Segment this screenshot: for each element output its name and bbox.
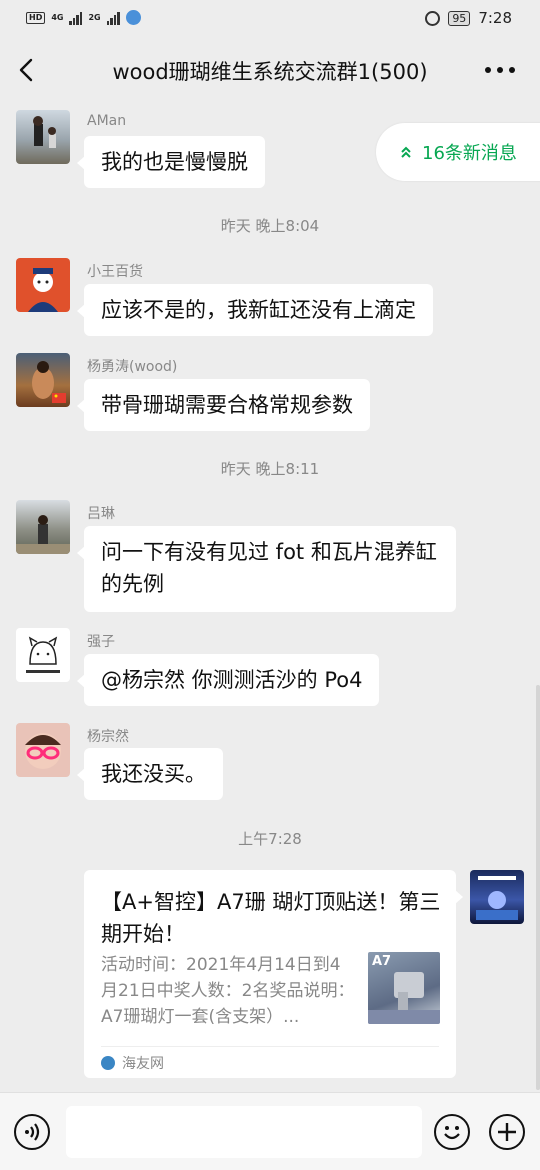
link-card-thumbnail: A7 [368,952,440,1024]
status-right: 95 7:28 [425,9,512,27]
link-card-title: 【A+智控】A7珊 瑚灯顶贴送！第三期开始！ [101,890,441,946]
status-left: HD 4G 2G [26,10,141,25]
link-card-description: 活动时间：2021年4月14日到4月21日中奖人数：2名奖品说明：A7珊瑚灯一套… [101,955,355,1027]
message-bubble[interactable]: 带骨珊瑚需要合格常规参数 [77,379,370,431]
message-bubble[interactable]: 应该不是的，我新缸还没有上滴定 [77,284,433,336]
message-bubble[interactable]: @杨宗然 你测测活沙的 Po4 [76,654,380,706]
signal-icon [69,11,83,25]
avatar[interactable] [470,870,524,924]
timestamp: 昨天 晚上8:11 [220,460,320,478]
message-bubble[interactable]: 问一下有没有见过 fot 和瓦片混养缸的先例 [77,526,456,612]
avatar[interactable] [16,110,70,164]
scrollbar[interactable] [536,685,540,1090]
link-card-source: 海友网 [101,1053,164,1073]
hd-badge: HD [26,11,46,24]
message-bubble[interactable]: 我还没买。 [77,748,223,800]
avatar[interactable] [16,258,70,312]
battery-indicator: 95 [448,10,471,26]
network-2g-label: 2G [88,12,101,22]
more-dots-icon[interactable] [482,60,518,80]
alarm-icon [425,10,441,26]
signal-icon [106,11,120,25]
sender-name: 强子 [87,634,115,650]
double-chevron-up-icon [401,146,411,158]
sender-name: 吕琳 [87,506,115,522]
status-bar: HD 4G 2G 95 7:28 [0,0,540,38]
sender-name: 杨勇涛(wood) [87,359,178,375]
message-list[interactable]: AMan 我的也是慢慢脱 16条新消息 昨天 晚上8:04 小王百货 应该不是的… [0,102,540,1092]
avatar[interactable] [16,628,70,682]
chat-header: wood珊瑚维生系统交流群1(500) [0,38,540,102]
timestamp: 昨天 晚上8:04 [220,217,320,235]
emoji-icon[interactable] [434,1114,470,1150]
chat-title: wood珊瑚维生系统交流群1(500) [112,60,428,84]
message-bubble[interactable]: 我的也是慢慢脱 [77,136,265,188]
new-messages-button[interactable]: 16条新消息 [376,123,540,181]
divider [101,1046,439,1047]
message-input[interactable] [66,1106,422,1158]
new-messages-label: 16条新消息 [422,143,517,164]
source-logo-icon [101,1056,115,1070]
chevron-left-icon[interactable] [14,56,42,84]
link-card[interactable]: 【A+智控】A7珊 瑚灯顶贴送！第三期开始！ 活动时间：2021年4月14日到4… [84,870,463,1078]
sender-name: 小王百货 [87,264,143,280]
avatar[interactable] [16,500,70,554]
sender-name: AMan [87,113,127,129]
network-4g-label: 4G [51,12,64,22]
link-card-source-label: 海友网 [122,1056,164,1072]
avatar[interactable] [16,353,70,407]
plus-icon[interactable] [489,1114,525,1150]
timestamp: 上午7:28 [238,830,302,848]
avatar[interactable] [16,723,70,777]
voice-icon[interactable] [14,1114,50,1150]
input-bar [0,1092,540,1170]
app-notification-icon [125,10,141,25]
clock: 7:28 [478,9,512,27]
sender-name: 杨宗然 [87,729,129,745]
